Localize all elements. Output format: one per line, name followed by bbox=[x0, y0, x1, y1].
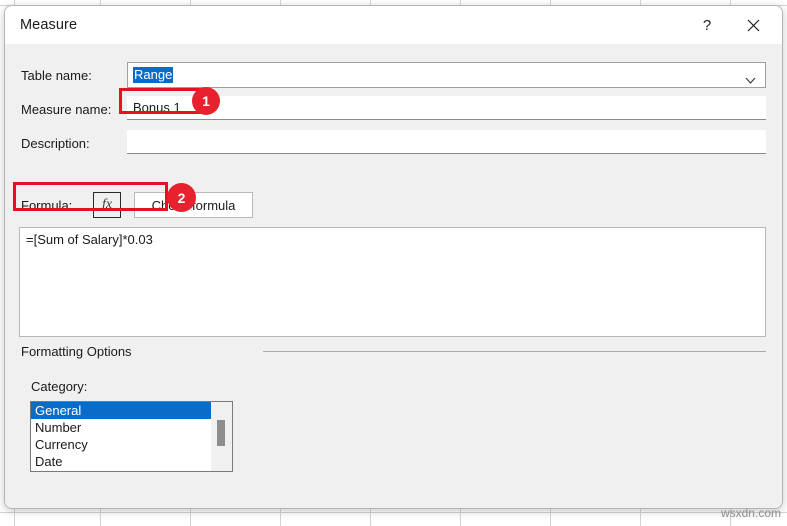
formula-label: Formula: bbox=[21, 198, 73, 213]
category-scrollbar[interactable] bbox=[211, 402, 232, 471]
list-item[interactable]: Number bbox=[31, 419, 211, 436]
description-label: Description: bbox=[21, 136, 90, 151]
measure-name-label: Measure name: bbox=[21, 102, 112, 117]
list-item[interactable]: Date bbox=[31, 453, 211, 470]
close-icon[interactable] bbox=[730, 6, 776, 44]
category-label: Category: bbox=[31, 379, 88, 394]
list-item[interactable]: Currency bbox=[31, 436, 211, 453]
table-name-dropdown[interactable]: Range bbox=[127, 62, 766, 88]
measure-name-input[interactable] bbox=[127, 96, 766, 120]
table-name-value: Range bbox=[133, 67, 174, 83]
description-input[interactable] bbox=[127, 130, 766, 154]
grid-line-horizontal bbox=[0, 512, 787, 513]
category-items: General Number Currency Date bbox=[31, 402, 211, 470]
category-listbox[interactable]: General Number Currency Date bbox=[30, 401, 233, 472]
list-item[interactable]: General bbox=[31, 402, 211, 419]
check-formula-button[interactable]: Check formula bbox=[134, 192, 253, 218]
help-icon[interactable]: ? bbox=[684, 6, 730, 44]
scrollbar-thumb[interactable] bbox=[217, 420, 225, 446]
formatting-options-label: Formatting Options bbox=[21, 344, 132, 359]
fx-icon-button[interactable]: fx bbox=[93, 192, 121, 218]
chevron-down-icon bbox=[745, 71, 756, 89]
dialog-title: Measure bbox=[20, 17, 78, 33]
formula-textarea[interactable] bbox=[19, 227, 766, 337]
dialog-titlebar: Measure ? bbox=[5, 6, 782, 44]
formatting-divider bbox=[263, 351, 766, 352]
watermark: wsxdn.com bbox=[720, 506, 781, 520]
table-name-label: Table name: bbox=[21, 68, 92, 83]
dialog-body: Table name: Range Measure name: Descript… bbox=[5, 44, 782, 508]
measure-dialog: Measure ? Table name: Range Measure name… bbox=[4, 5, 783, 509]
